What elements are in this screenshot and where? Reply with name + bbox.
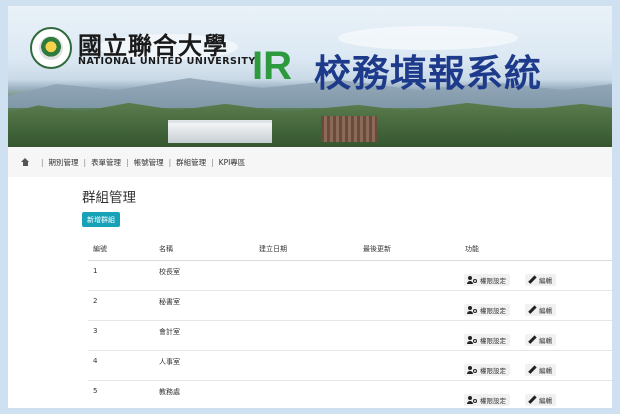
table-row: 1 校長室 權限設定 編輯	[88, 261, 612, 291]
edit-label: 編輯	[539, 397, 552, 405]
nav-separator: |	[168, 157, 172, 167]
row-name: 校長室	[159, 268, 180, 276]
university-name-en: NATIONAL UNITED UNIVERSITY	[78, 56, 256, 67]
nav-item-forms[interactable]: 表單管理	[91, 157, 121, 168]
system-title: 校務填報系統	[314, 52, 542, 95]
header-id: 編號	[93, 245, 107, 253]
header-banner: 國立聯合大學 NATIONAL UNITED UNIVERSITY IR 校務填…	[8, 6, 612, 147]
table-header: 編號 名稱 建立日期 最後更新 功能	[88, 238, 612, 261]
system-prefix: IR	[252, 44, 292, 88]
permission-label: 權限設定	[480, 397, 506, 405]
permission-label: 權限設定	[480, 307, 506, 315]
pencil-icon	[528, 366, 536, 374]
nav-separator: |	[211, 157, 214, 167]
pencil-icon	[528, 276, 536, 284]
header-created: 建立日期	[259, 245, 287, 253]
permission-settings-button[interactable]: 權限設定	[464, 394, 510, 406]
row-id: 3	[93, 327, 98, 335]
edit-button[interactable]: 編輯	[525, 364, 556, 376]
table-row: 4 人事室 權限設定 編輯	[88, 351, 612, 381]
edit-button[interactable]: 編輯	[525, 334, 556, 346]
table-row: 2 秘書室 權限設定 編輯	[88, 291, 612, 321]
row-id: 2	[93, 297, 98, 305]
edit-label: 編輯	[539, 277, 552, 285]
permission-label: 權限設定	[480, 277, 506, 285]
permission-label: 權限設定	[480, 367, 506, 375]
edit-button[interactable]: 編輯	[525, 304, 556, 316]
row-name: 會計室	[159, 328, 180, 336]
nav-item-accounts[interactable]: 帳號管理	[134, 157, 164, 168]
table-row: 3 會計室 權限設定 編輯	[88, 321, 612, 351]
user-gear-icon	[467, 306, 477, 314]
row-id: 4	[93, 357, 98, 365]
permission-settings-button[interactable]: 權限設定	[464, 274, 510, 286]
permission-settings-button[interactable]: 權限設定	[464, 334, 510, 346]
university-logo[interactable]	[30, 27, 72, 69]
edit-label: 編輯	[539, 337, 552, 345]
pencil-icon	[528, 336, 536, 344]
pencil-icon	[528, 396, 536, 404]
header-name: 名稱	[159, 245, 173, 253]
nav-item-periods[interactable]: 期別管理	[49, 157, 79, 168]
nav-separator: |	[126, 157, 129, 167]
table-row: 5 教務處 權限設定 編輯	[88, 381, 612, 408]
permission-settings-button[interactable]: 權限設定	[464, 364, 510, 376]
building-white	[168, 120, 272, 143]
row-name: 秘書室	[159, 298, 180, 306]
header-functions: 功能	[465, 245, 479, 253]
nav-separator: |	[41, 157, 44, 167]
row-name: 人事室	[159, 358, 180, 366]
edit-button[interactable]: 編輯	[525, 394, 556, 406]
groups-table: 編號 名稱 建立日期 最後更新 功能 1 校長室 權限設定 編輯 2 秘書室 權…	[88, 238, 612, 408]
pencil-icon	[528, 306, 536, 314]
nav-item-groups[interactable]: 群組管理	[176, 157, 206, 168]
row-name: 教務處	[159, 388, 180, 396]
building-brick	[321, 116, 377, 142]
edit-label: 編輯	[539, 367, 552, 375]
row-id: 1	[93, 267, 98, 275]
user-gear-icon	[467, 276, 477, 284]
page-frame: 國立聯合大學 NATIONAL UNITED UNIVERSITY IR 校務填…	[8, 6, 612, 408]
permission-label: 權限設定	[480, 337, 506, 345]
home-icon[interactable]	[21, 158, 30, 166]
user-gear-icon	[467, 396, 477, 404]
row-id: 5	[93, 387, 98, 395]
edit-button[interactable]: 編輯	[525, 274, 556, 286]
edit-label: 編輯	[539, 307, 552, 315]
user-gear-icon	[467, 336, 477, 344]
nav-item-kpi[interactable]: KPI專區	[219, 157, 246, 168]
nav-separator: |	[83, 157, 87, 167]
page-title: 群組管理	[82, 190, 136, 206]
nav-bar: | 期別管理 | 表單管理 | 帳號管理 | 群組管理 | KPI專區	[8, 147, 612, 177]
add-group-button[interactable]: 新增群組	[82, 212, 120, 227]
header-updated: 最後更新	[363, 245, 391, 253]
permission-settings-button[interactable]: 權限設定	[464, 304, 510, 316]
user-gear-icon	[467, 366, 477, 374]
